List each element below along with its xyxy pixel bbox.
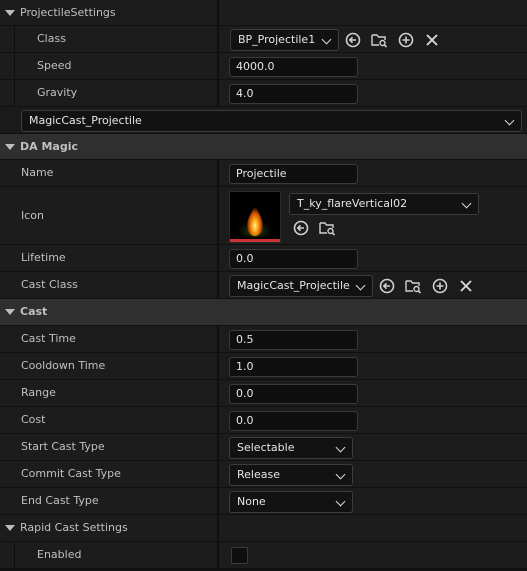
enabled-row: Enabled bbox=[0, 542, 527, 569]
speed-input[interactable]: 4000.0 bbox=[229, 57, 358, 77]
chevron-down-icon bbox=[355, 280, 366, 291]
commit-cast-type-value: Release bbox=[237, 468, 280, 481]
lifetime-row: Lifetime 0.0 bbox=[0, 245, 527, 272]
cast-time-label: Cast Time bbox=[21, 332, 76, 345]
expand-triangle-icon[interactable] bbox=[5, 10, 15, 16]
name-row: Name Projectile bbox=[0, 160, 527, 187]
clear-x-icon[interactable] bbox=[457, 277, 475, 295]
add-plus-icon[interactable] bbox=[431, 277, 449, 295]
cast-time-input[interactable]: 0.5 bbox=[229, 330, 358, 350]
indent-bar bbox=[0, 542, 15, 568]
rapid-cast-settings-row[interactable]: Rapid Cast Settings bbox=[0, 515, 527, 542]
commit-cast-type-row: Commit Cast Type Release bbox=[0, 461, 527, 488]
projectile-settings-row[interactable]: ProjectileSettings bbox=[0, 0, 527, 26]
start-cast-type-row: Start Cast Type Selectable bbox=[0, 434, 527, 461]
speed-row: Speed 4000.0 bbox=[0, 53, 527, 80]
browse-folder-icon[interactable] bbox=[370, 31, 388, 49]
chevron-down-icon bbox=[461, 198, 472, 209]
range-input[interactable]: 0.0 bbox=[229, 384, 358, 404]
texture-thumbnail[interactable] bbox=[229, 191, 281, 243]
browse-folder-icon[interactable] bbox=[318, 219, 336, 237]
enabled-checkbox[interactable] bbox=[231, 547, 248, 564]
cast-class-label: Cast Class bbox=[21, 278, 78, 291]
texture-color-bar bbox=[230, 239, 280, 242]
indent-bar bbox=[0, 26, 15, 52]
cast-class-row: Cast Class MagicCast_Projectile bbox=[0, 272, 527, 299]
cost-input[interactable]: 0.0 bbox=[229, 411, 358, 431]
cost-label: Cost bbox=[21, 413, 46, 426]
da-magic-header[interactable]: DA Magic bbox=[0, 134, 527, 160]
cooldown-row: Cooldown Time 1.0 bbox=[0, 353, 527, 380]
asset-combo-value: MagicCast_Projectile bbox=[29, 114, 142, 127]
cast-header[interactable]: Cast bbox=[0, 299, 527, 326]
end-cast-type-label: End Cast Type bbox=[21, 494, 99, 507]
range-label: Range bbox=[21, 386, 56, 399]
use-selected-icon[interactable] bbox=[292, 219, 310, 237]
class-combo-value: BP_Projectile1 bbox=[238, 33, 316, 46]
name-label: Name bbox=[21, 166, 54, 179]
enabled-label: Enabled bbox=[37, 548, 82, 561]
end-cast-type-row: End Cast Type None bbox=[0, 488, 527, 515]
cooldown-input[interactable]: 1.0 bbox=[229, 357, 358, 377]
start-cast-type-value: Selectable bbox=[237, 441, 295, 454]
cost-row: Cost 0.0 bbox=[0, 407, 527, 434]
texture-combo[interactable]: T_ky_flareVertical02 bbox=[289, 193, 479, 215]
chevron-down-icon bbox=[335, 442, 346, 453]
lifetime-label: Lifetime bbox=[21, 251, 66, 264]
chevron-down-icon bbox=[335, 496, 346, 507]
cast-class-combo-value: MagicCast_Projectile bbox=[237, 279, 350, 292]
projectile-settings-label: ProjectileSettings bbox=[20, 6, 116, 19]
icon-label: Icon bbox=[21, 209, 44, 222]
start-cast-type-select[interactable]: Selectable bbox=[229, 437, 353, 459]
collapse-triangle-icon[interactable] bbox=[5, 309, 15, 315]
commit-cast-type-label: Commit Cast Type bbox=[21, 467, 121, 480]
lifetime-input[interactable]: 0.0 bbox=[229, 249, 358, 269]
gravity-label: Gravity bbox=[37, 86, 78, 99]
asset-row: MagicCast_Projectile bbox=[0, 107, 527, 134]
browse-folder-icon[interactable] bbox=[404, 277, 422, 295]
cast-title: Cast bbox=[20, 305, 48, 318]
use-selected-icon[interactable] bbox=[378, 277, 396, 295]
clear-x-icon[interactable] bbox=[423, 31, 441, 49]
expand-triangle-icon[interactable] bbox=[5, 525, 15, 531]
end-cast-type-value: None bbox=[237, 495, 266, 508]
indent-bar bbox=[0, 53, 15, 79]
gravity-input[interactable]: 4.0 bbox=[229, 84, 358, 104]
indent-bar bbox=[0, 80, 15, 106]
chevron-down-icon bbox=[504, 115, 515, 126]
rapid-cast-settings-label: Rapid Cast Settings bbox=[20, 521, 128, 534]
cast-time-row: Cast Time 0.5 bbox=[0, 326, 527, 353]
add-plus-icon[interactable] bbox=[397, 31, 415, 49]
start-cast-type-label: Start Cast Type bbox=[21, 440, 105, 453]
commit-cast-type-select[interactable]: Release bbox=[229, 464, 353, 486]
cast-class-combo[interactable]: MagicCast_Projectile bbox=[229, 275, 373, 297]
icon-row: Icon T_ky_flareVertical02 bbox=[0, 187, 527, 245]
speed-label: Speed bbox=[37, 59, 72, 72]
asset-combo[interactable]: MagicCast_Projectile bbox=[21, 110, 522, 132]
gravity-row: Gravity 4.0 bbox=[0, 80, 527, 107]
chevron-down-icon bbox=[335, 469, 346, 480]
column-divider[interactable] bbox=[217, 0, 219, 25]
use-selected-icon[interactable] bbox=[344, 31, 362, 49]
class-row: Class BP_Projectile1 bbox=[0, 26, 527, 53]
class-combo[interactable]: BP_Projectile1 bbox=[230, 29, 339, 51]
column-divider[interactable] bbox=[217, 515, 219, 541]
end-cast-type-select[interactable]: None bbox=[229, 491, 353, 513]
collapse-triangle-icon[interactable] bbox=[5, 144, 15, 150]
texture-combo-value: T_ky_flareVertical02 bbox=[297, 197, 408, 210]
da-magic-title: DA Magic bbox=[20, 140, 79, 153]
chevron-down-icon bbox=[321, 34, 332, 45]
range-row: Range 0.0 bbox=[0, 380, 527, 407]
class-label: Class bbox=[37, 32, 66, 45]
cooldown-label: Cooldown Time bbox=[21, 359, 106, 372]
name-input[interactable]: Projectile bbox=[229, 164, 358, 184]
